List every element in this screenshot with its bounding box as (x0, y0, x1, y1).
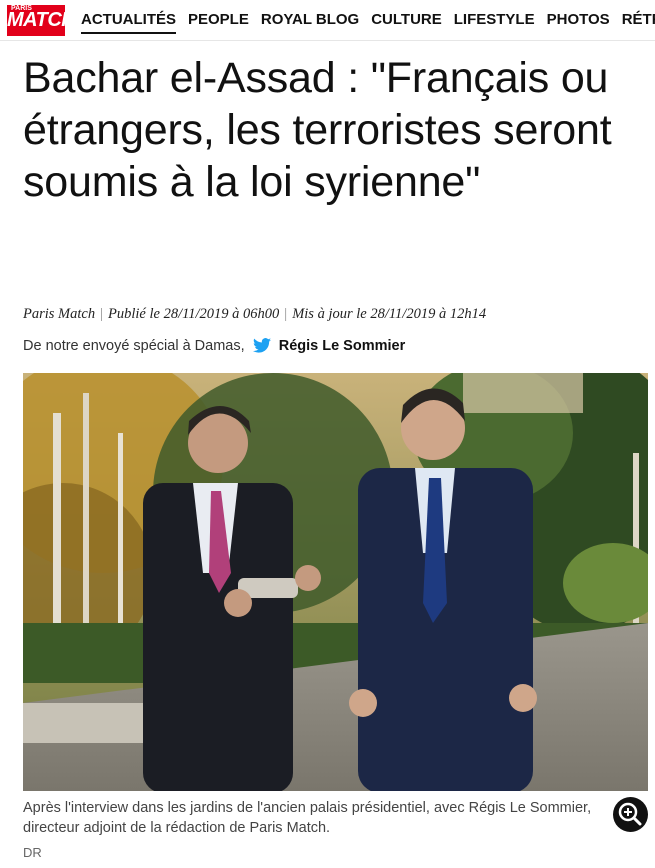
updated-date: Mis à jour le 28/11/2019 à 12h14 (292, 306, 487, 322)
author-link[interactable]: Régis Le Sommier (279, 338, 406, 354)
caption-line: Après l'interview dans les jardins de l'… (23, 800, 592, 816)
nav-item-royal-blog[interactable]: ROYAL BLOG (261, 0, 359, 40)
nav-item-actualites[interactable]: ACTUALITÉS (81, 0, 176, 40)
main-nav: ACTUALITÉS PEOPLE ROYAL BLOG CULTURE LIF… (81, 0, 655, 40)
paris-match-logo[interactable]: PARIS MATCH (7, 5, 76, 36)
photo-caption: Après l'interview dans les jardins de l'… (23, 798, 623, 838)
meta-separator: | (284, 306, 288, 322)
published-date: Publié le 28/11/2019 à 06h00 (108, 306, 280, 322)
twitter-bird-icon[interactable] (252, 338, 271, 357)
article-title: Bachar el-Assad : "Français ou étrangers… (23, 54, 612, 206)
byline-prefix: De notre envoyé spécial à Damas, (23, 338, 245, 354)
article-photo[interactable] (23, 373, 648, 791)
nav-item-people[interactable]: PEOPLE (188, 0, 249, 40)
article-meta: Paris Match | Publié le 28/11/2019 à 06h00… (23, 306, 643, 323)
nav-item-culture[interactable]: CULTURE (371, 0, 442, 40)
logo-small-text: PARIS (11, 5, 32, 12)
byline: De notre envoyé spécial à Damas, Régis L… (23, 338, 405, 357)
garden-interview-image (23, 373, 648, 791)
caption-line: directeur adjoint de la rédaction de Par… (23, 820, 331, 836)
nav-item-lifestyle[interactable]: LIFESTYLE (454, 0, 535, 40)
top-navigation-bar: PARIS MATCH ACTUALITÉS PEOPLE ROYAL BLOG… (0, 0, 655, 41)
nav-item-retro[interactable]: RÉTRO (622, 0, 655, 40)
photo-credit: DR (23, 845, 42, 860)
article-source[interactable]: Paris Match (23, 306, 95, 322)
meta-separator: | (100, 306, 103, 322)
zoom-in-icon[interactable] (613, 797, 648, 832)
nav-item-photos[interactable]: PHOTOS (547, 0, 610, 40)
